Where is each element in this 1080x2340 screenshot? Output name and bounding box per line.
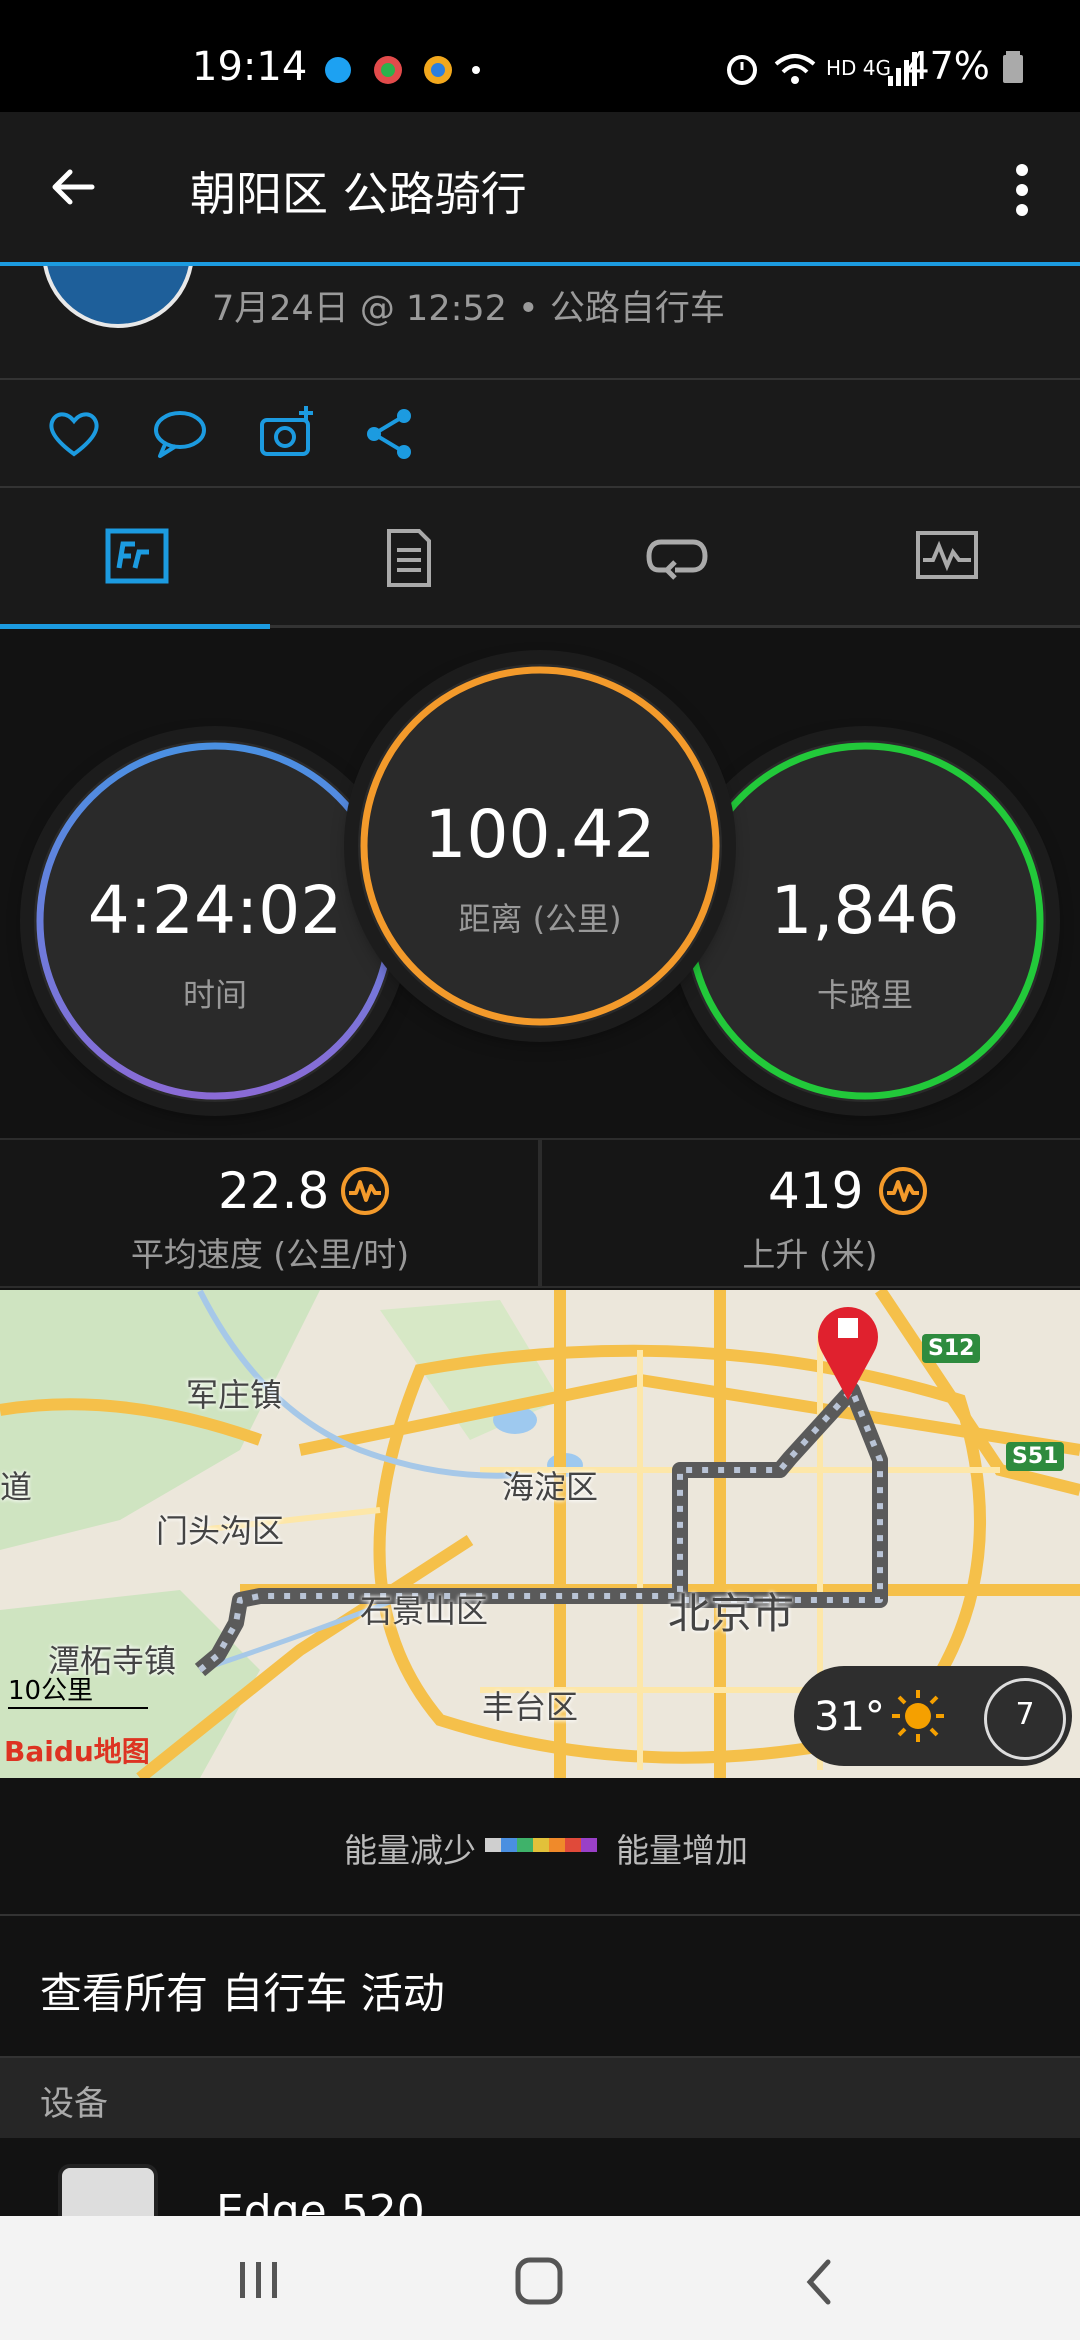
- distance-value: 100.42: [424, 796, 656, 873]
- device-image: [58, 2164, 158, 2216]
- comment-icon[interactable]: [150, 404, 210, 464]
- wind-speed: 7: [1015, 1697, 1035, 1732]
- charts-graph-icon: [916, 531, 978, 579]
- stats-panel: 4:24:02 时间 1,846 卡路里 100.42 距离 (公里): [0, 632, 1080, 1138]
- map-provider-logo: Baidu地图: [4, 1735, 150, 1768]
- performance-wave-icon: [879, 1167, 927, 1215]
- alarm-icon: [722, 48, 762, 92]
- devices-header-label: 设备: [40, 2084, 108, 2124]
- energy-gradient-bar: [485, 1838, 597, 1852]
- time-label: 时间: [182, 976, 247, 1014]
- battery-icon: [1003, 51, 1023, 83]
- action-bar: [0, 380, 1080, 488]
- legend-high-label: 能量增加: [616, 1831, 748, 1870]
- map-label: 门头沟区: [156, 1512, 285, 1550]
- metrics-row: 22.8 平均速度 (公里/时) 419 上升 (米): [0, 1138, 1080, 1288]
- distance-label: 距离 (公里): [458, 900, 622, 938]
- laps-loop-icon: [646, 539, 708, 580]
- distance-stat[interactable]: 100.42 距离 (公里): [358, 664, 722, 1028]
- active-tab-indicator: [0, 624, 270, 629]
- tab-divider: [270, 625, 1080, 628]
- tab-charts[interactable]: [810, 488, 1080, 628]
- back-arrow-icon[interactable]: [48, 162, 98, 212]
- map-label: 石景山区: [360, 1592, 489, 1630]
- device-row[interactable]: Edge 520: [0, 2138, 1080, 2216]
- details-document-icon: [387, 529, 431, 587]
- map-label: 道: [0, 1468, 33, 1506]
- activity-subtitle: 7月24日 @ 12:52 • 公路自行车: [212, 289, 725, 329]
- device-name: Edge 520: [216, 2186, 425, 2216]
- avg-speed-label: 平均速度 (公里/时): [130, 1235, 410, 1274]
- legend-low-label: 能量减少: [344, 1831, 476, 1870]
- more-vert-icon[interactable]: [1010, 162, 1034, 218]
- notification-icons: [320, 48, 490, 97]
- wifi-icon: [772, 48, 818, 92]
- performance-wave-icon: [341, 1167, 389, 1215]
- calories-value: 1,846: [770, 872, 960, 949]
- temperature: 31°: [814, 1694, 885, 1740]
- status-bar: 19:14 HD 4G 47%: [0, 0, 1080, 112]
- ascent-label: 上升 (米): [742, 1235, 878, 1274]
- share-icon[interactable]: [360, 404, 420, 464]
- battery-status: 47%: [905, 44, 1024, 88]
- time-value: 4:24:02: [87, 872, 343, 949]
- tab-details[interactable]: [270, 488, 540, 628]
- activity-tabs: [0, 488, 1080, 629]
- road-badge: S51: [1006, 1442, 1065, 1471]
- tab-summary[interactable]: [0, 488, 270, 628]
- network-type: HD 4G: [826, 56, 892, 80]
- system-nav-bar: [0, 2216, 1080, 2340]
- sun-icon: [892, 1690, 944, 1742]
- view-all-label: 查看所有 自行车 活动: [40, 1969, 445, 2018]
- recent-apps-icon[interactable]: [236, 2260, 282, 2300]
- calories-label: 卡路里: [816, 976, 913, 1014]
- map-scale: 10公里: [8, 1670, 148, 1709]
- view-all-activities-link[interactable]: 查看所有 自行车 活动: [0, 1916, 1080, 2058]
- calories-stat[interactable]: 1,846 卡路里: [684, 740, 1046, 1102]
- weather-widget[interactable]: 31° 7: [794, 1666, 1072, 1766]
- tab-laps[interactable]: [540, 488, 810, 628]
- add-photo-icon[interactable]: [256, 404, 316, 464]
- home-icon[interactable]: [514, 2256, 564, 2306]
- avg-speed-value: 22.8: [218, 1162, 330, 1220]
- back-nav-icon[interactable]: [800, 2258, 840, 2306]
- time-stat[interactable]: 4:24:02 时间: [34, 740, 396, 1102]
- activity-header: 7月24日 @ 12:52 • 公路自行车: [0, 266, 1080, 380]
- battery-percent: 47%: [905, 44, 990, 88]
- wind-compass: 7: [984, 1678, 1066, 1760]
- map-label: 海淀区: [502, 1468, 599, 1506]
- app-bar: 朝阳区 公路骑行: [0, 112, 1080, 267]
- clock: 19:14: [192, 44, 308, 90]
- heart-icon[interactable]: [44, 404, 104, 464]
- avg-speed-metric[interactable]: 22.8 平均速度 (公里/时): [0, 1140, 540, 1286]
- notification-app-icons: [325, 56, 480, 84]
- ascent-value: 419: [768, 1162, 864, 1220]
- map-label: 军庄镇: [186, 1376, 283, 1414]
- devices-section-header: 设备: [0, 2058, 1080, 2138]
- ascent-metric[interactable]: 419 上升 (米): [540, 1140, 1080, 1286]
- page-title: 朝阳区 公路骑行: [190, 167, 527, 221]
- avatar[interactable]: [42, 266, 194, 328]
- summary-stats-icon: [105, 528, 169, 584]
- energy-legend: 能量减少 能量增加: [0, 1780, 1080, 1916]
- road-badge: S12: [922, 1334, 981, 1363]
- map-label: 丰台区: [482, 1688, 579, 1726]
- map-label: 北京市: [668, 1589, 795, 1638]
- route-map[interactable]: 军庄镇 海淀区 门头沟区 石景山区 北京市 潭柘寺镇 丰台区 道 S12 S51…: [0, 1290, 1080, 1778]
